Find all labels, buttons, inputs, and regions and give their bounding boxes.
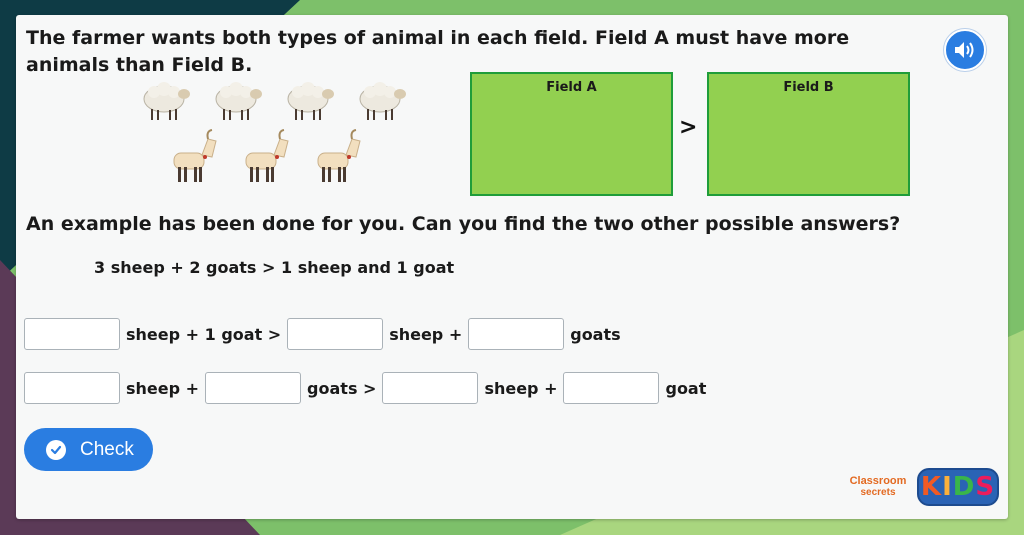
row1-field-b-goats-input[interactable] [468,318,565,350]
answer-row-1: sheep + 1 goat > sheep + goats [24,317,627,351]
animals-illustration [136,77,426,187]
classroom-secrets-kids-logo: Classroom secrets KIDS [841,468,1001,508]
row2-field-b-goat-input[interactable] [563,372,660,404]
sheep-icon [215,82,262,120]
row2-goats-input[interactable] [205,372,302,404]
row1-text-2: sheep + [389,324,463,344]
audio-button[interactable] [944,29,986,71]
comparison-symbol: > [679,115,698,140]
kids-wordmark: KIDS [917,468,999,506]
row1-sheep-input[interactable] [24,318,120,350]
goat-icon [173,129,217,182]
field-a[interactable]: Field A [470,72,673,196]
row2-text-1: sheep + [126,378,200,398]
field-b-label: Field B [783,80,834,95]
sheep-icon [287,82,334,120]
row2-sheep-input[interactable] [24,372,120,404]
speaker-icon [955,42,974,58]
row2-text-2: goats > [307,378,377,398]
check-button[interactable]: Check [24,428,153,471]
question-card: The farmer wants both types of animal in… [16,15,1008,519]
row1-field-b-sheep-input[interactable] [287,318,384,350]
question-text: The farmer wants both types of animal in… [26,27,850,76]
answer-row-2: sheep + goats > sheep + goat [24,371,712,405]
check-button-label: Check [80,438,134,460]
classroom-secrets-wordmark: Classroom secrets [849,475,907,498]
goat-icon [317,129,361,182]
row1-text-1: sheep + 1 goat > [126,324,282,344]
row2-text-3: sheep + [484,378,558,398]
sheep-icon [143,82,190,120]
sheep-icon [359,82,406,120]
field-a-label: Field A [546,80,597,95]
field-b[interactable]: Field B [707,72,910,196]
row2-field-b-sheep-input[interactable] [382,372,479,404]
check-circle-icon [46,439,66,460]
example-answer: 3 sheep + 2 goats > 1 sheep and 1 goat [94,258,455,277]
row1-text-3: goats [570,324,621,344]
goat-icon [245,129,289,182]
instruction-text: An example has been done for you. Can yo… [26,213,901,235]
row2-text-4: goat [665,378,707,398]
